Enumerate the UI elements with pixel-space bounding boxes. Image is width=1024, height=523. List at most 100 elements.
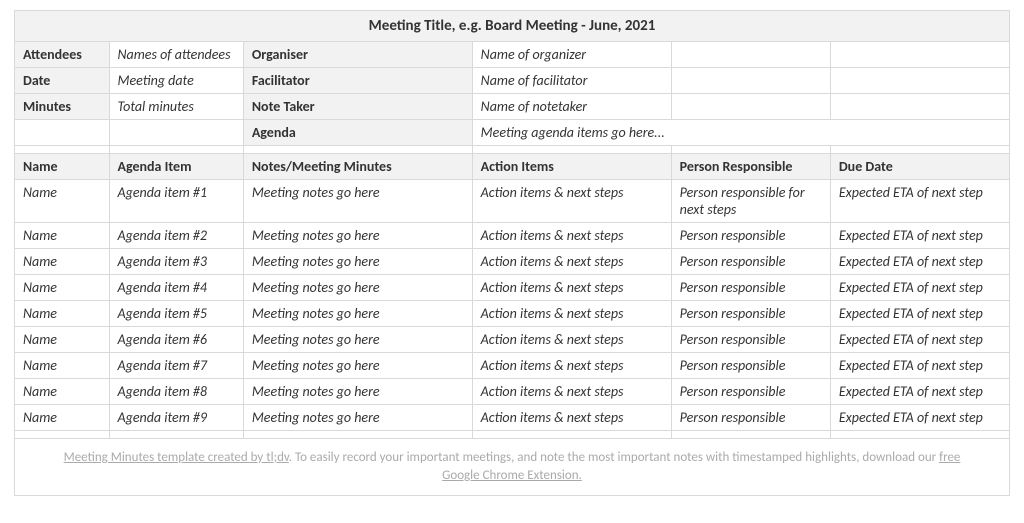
cell-agenda: Agenda item #2	[109, 223, 243, 249]
table-row: NameAgenda item #5Meeting notes go hereA…	[15, 301, 1010, 327]
cell-actions: Action items & next steps	[472, 405, 671, 431]
cell-notes: Meeting notes go here	[243, 353, 472, 379]
cell-due: Expected ETA of next step	[830, 379, 1009, 405]
meeting-minutes-table: Meeting Title, e.g. Board Meeting - June…	[14, 10, 1010, 496]
col-agenda: Agenda Item	[109, 154, 243, 180]
title-row: Meeting Title, e.g. Board Meeting - June…	[15, 11, 1010, 42]
col-actions: Action Items	[472, 154, 671, 180]
table-row: NameAgenda item #4Meeting notes go hereA…	[15, 275, 1010, 301]
cell-name: Name	[15, 301, 110, 327]
meta-row-minutes: Minutes Total minutes Note Taker Name of…	[15, 94, 1010, 120]
date-label: Date	[15, 68, 110, 94]
cell-person: Person responsible	[671, 301, 830, 327]
cell-agenda: Agenda item #1	[109, 180, 243, 223]
cell-agenda: Agenda item #5	[109, 301, 243, 327]
organiser-label: Organiser	[243, 42, 472, 68]
cell-name: Name	[15, 249, 110, 275]
cell-due: Expected ETA of next step	[830, 275, 1009, 301]
col-person: Person Responsible	[671, 154, 830, 180]
table-row: NameAgenda item #7Meeting notes go hereA…	[15, 353, 1010, 379]
cell-actions: Action items & next steps	[472, 379, 671, 405]
cell-agenda: Agenda item #8	[109, 379, 243, 405]
cell-name: Name	[15, 405, 110, 431]
cell-due: Expected ETA of next step	[830, 180, 1009, 223]
footer-text: Meeting Minutes template created by tl;d…	[15, 439, 1010, 496]
cell-due: Expected ETA of next step	[830, 327, 1009, 353]
cell-person: Person responsible	[671, 249, 830, 275]
organiser-value: Name of organizer	[472, 42, 671, 68]
cell-person: Person responsible	[671, 275, 830, 301]
cell-actions: Action items & next steps	[472, 353, 671, 379]
attendees-label: Attendees	[15, 42, 110, 68]
minutes-value: Total minutes	[109, 94, 243, 120]
cell-name: Name	[15, 180, 110, 223]
cell-notes: Meeting notes go here	[243, 327, 472, 353]
cell-person: Person responsible	[671, 327, 830, 353]
meeting-title: Meeting Title, e.g. Board Meeting - June…	[15, 11, 1010, 42]
spacer-row	[15, 431, 1010, 439]
meta-row-agenda: Agenda Meeting agenda items go here...	[15, 120, 1010, 146]
table-row: NameAgenda item #6Meeting notes go hereA…	[15, 327, 1010, 353]
attendees-value: Names of attendees	[109, 42, 243, 68]
cell-agenda: Agenda item #7	[109, 353, 243, 379]
cell-due: Expected ETA of next step	[830, 405, 1009, 431]
agenda-value: Meeting agenda items go here...	[472, 120, 1009, 146]
empty-cell	[671, 68, 830, 94]
table-row: NameAgenda item #8Meeting notes go hereA…	[15, 379, 1010, 405]
meta-row-date: Date Meeting date Facilitator Name of fa…	[15, 68, 1010, 94]
cell-agenda: Agenda item #6	[109, 327, 243, 353]
cell-name: Name	[15, 223, 110, 249]
cell-notes: Meeting notes go here	[243, 301, 472, 327]
agenda-label: Agenda	[243, 120, 472, 146]
facilitator-label: Facilitator	[243, 68, 472, 94]
cell-actions: Action items & next steps	[472, 327, 671, 353]
date-value: Meeting date	[109, 68, 243, 94]
minutes-label: Minutes	[15, 94, 110, 120]
cell-actions: Action items & next steps	[472, 180, 671, 223]
empty-cell	[830, 94, 1009, 120]
cell-notes: Meeting notes go here	[243, 223, 472, 249]
table-row: NameAgenda item #1Meeting notes go hereA…	[15, 180, 1010, 223]
cell-actions: Action items & next steps	[472, 301, 671, 327]
cell-person: Person responsible	[671, 353, 830, 379]
cell-notes: Meeting notes go here	[243, 379, 472, 405]
cell-name: Name	[15, 275, 110, 301]
col-notes: Notes/Meeting Minutes	[243, 154, 472, 180]
cell-name: Name	[15, 353, 110, 379]
facilitator-value: Name of facilitator	[472, 68, 671, 94]
spacer-row	[15, 146, 1010, 154]
cell-person: Person responsible	[671, 223, 830, 249]
cell-due: Expected ETA of next step	[830, 249, 1009, 275]
table-row: NameAgenda item #9Meeting notes go hereA…	[15, 405, 1010, 431]
footer-mid: . To easily record your important meetin…	[289, 450, 939, 465]
cell-person: Person responsible for next steps	[671, 180, 830, 223]
empty-cell	[830, 42, 1009, 68]
col-name: Name	[15, 154, 110, 180]
meta-row-attendees: Attendees Names of attendees Organiser N…	[15, 42, 1010, 68]
table-row: NameAgenda item #2Meeting notes go hereA…	[15, 223, 1010, 249]
cell-due: Expected ETA of next step	[830, 353, 1009, 379]
empty-cell	[671, 94, 830, 120]
cell-person: Person responsible	[671, 379, 830, 405]
cell-notes: Meeting notes go here	[243, 249, 472, 275]
cell-notes: Meeting notes go here	[243, 180, 472, 223]
empty-cell	[15, 120, 110, 146]
cell-agenda: Agenda item #3	[109, 249, 243, 275]
notetaker-value: Name of notetaker	[472, 94, 671, 120]
footer-row: Meeting Minutes template created by tl;d…	[15, 439, 1010, 496]
cell-agenda: Agenda item #4	[109, 275, 243, 301]
footer-link-tldv[interactable]: Meeting Minutes template created by tl;d…	[64, 450, 289, 465]
empty-cell	[671, 42, 830, 68]
cell-name: Name	[15, 327, 110, 353]
cell-due: Expected ETA of next step	[830, 301, 1009, 327]
cell-actions: Action items & next steps	[472, 275, 671, 301]
cell-actions: Action items & next steps	[472, 223, 671, 249]
cell-agenda: Agenda item #9	[109, 405, 243, 431]
table-row: NameAgenda item #3Meeting notes go hereA…	[15, 249, 1010, 275]
cell-due: Expected ETA of next step	[830, 223, 1009, 249]
cell-notes: Meeting notes go here	[243, 405, 472, 431]
cell-actions: Action items & next steps	[472, 249, 671, 275]
empty-cell	[830, 68, 1009, 94]
cell-person: Person responsible	[671, 405, 830, 431]
empty-cell	[109, 120, 243, 146]
